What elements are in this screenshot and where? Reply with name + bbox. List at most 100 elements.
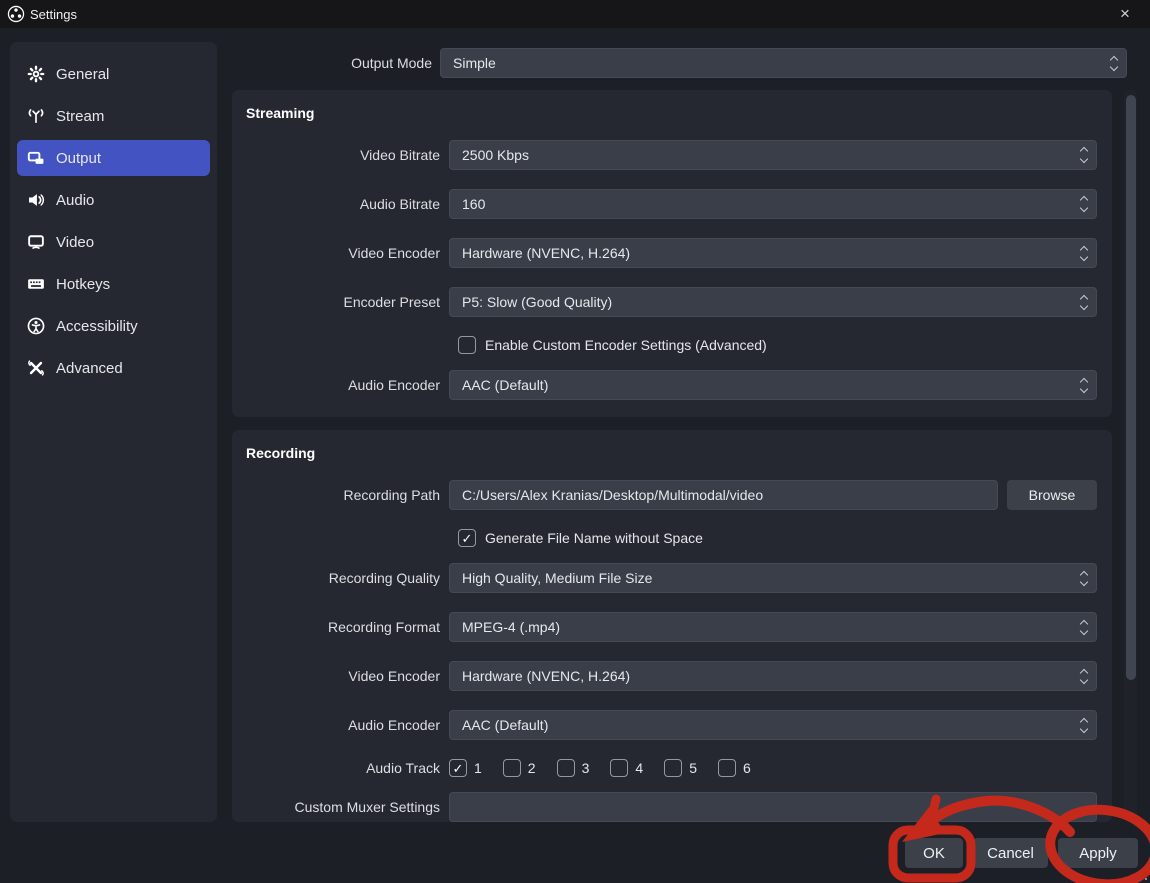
video-bitrate-spinner[interactable]: 2500 Kbps <box>449 140 1097 170</box>
custom-encoder-checkbox-label: Enable Custom Encoder Settings (Advanced… <box>485 337 767 353</box>
chevron-updown-icon <box>1081 239 1087 267</box>
streaming-section-title: Streaming <box>246 105 1097 121</box>
video-encoder-value: Hardware (NVENC, H.264) <box>462 245 630 261</box>
titlebar: Settings × <box>0 0 1150 28</box>
custom-muxer-input[interactable] <box>449 792 1097 822</box>
audio-track-1-label: 1 <box>474 760 482 776</box>
sidebar-item-label: Accessibility <box>56 318 138 335</box>
encoder-preset-label: Encoder Preset <box>244 294 449 310</box>
resize-grip[interactable] <box>1139 872 1147 880</box>
close-icon[interactable]: × <box>1110 2 1140 26</box>
audio-track-3-label: 3 <box>582 760 590 776</box>
sidebar-item-hotkeys[interactable]: Hotkeys <box>17 266 210 302</box>
sidebar-item-label: Audio <box>56 192 94 209</box>
custom-muxer-label: Custom Muxer Settings <box>244 799 449 815</box>
video-bitrate-value: 2500 Kbps <box>462 147 529 163</box>
sidebar-item-audio[interactable]: Audio <box>17 182 210 218</box>
audio-track-3-checkbox[interactable]: ✓ <box>557 759 575 777</box>
sidebar-item-advanced[interactable]: Advanced <box>17 350 210 386</box>
tools-icon <box>27 359 45 377</box>
recording-quality-row: Recording Quality High Quality, Medium F… <box>244 563 1097 593</box>
custom-encoder-checkbox[interactable]: ✓ <box>458 336 476 354</box>
antenna-icon <box>27 107 45 125</box>
encoder-preset-select[interactable]: P5: Slow (Good Quality) <box>449 287 1097 317</box>
audio-encoder-label: Audio Encoder <box>244 377 449 393</box>
sidebar-item-label: Video <box>56 234 94 251</box>
recording-path-row: Recording Path Browse <box>244 480 1097 510</box>
recording-quality-value: High Quality, Medium File Size <box>462 570 652 586</box>
apply-button[interactable]: Apply <box>1058 838 1138 868</box>
video-encoder-label: Video Encoder <box>244 245 449 261</box>
generate-filename-checkbox[interactable]: ✓ <box>458 529 476 547</box>
rec-video-encoder-label: Video Encoder <box>244 668 449 684</box>
audio-encoder-value: AAC (Default) <box>462 377 548 393</box>
rec-audio-encoder-select[interactable]: AAC (Default) <box>449 710 1097 740</box>
custom-muxer-row: Custom Muxer Settings <box>244 792 1097 822</box>
spinner-arrows-icon[interactable] <box>1081 141 1087 169</box>
settings-sidebar: General Stream Output Audio Video Hotkey… <box>10 42 217 822</box>
recording-quality-select[interactable]: High Quality, Medium File Size <box>449 563 1097 593</box>
sidebar-item-label: Advanced <box>56 360 123 377</box>
sidebar-item-output[interactable]: Output <box>17 140 210 176</box>
audio-bitrate-value: 160 <box>462 196 485 212</box>
video-bitrate-row: Video Bitrate 2500 Kbps <box>244 140 1097 170</box>
rec-video-encoder-value: Hardware (NVENC, H.264) <box>462 668 630 684</box>
rec-audio-encoder-row: Audio Encoder AAC (Default) <box>244 710 1097 740</box>
video-encoder-select[interactable]: Hardware (NVENC, H.264) <box>449 238 1097 268</box>
audio-track-1-checkbox[interactable]: ✓ <box>449 759 467 777</box>
audio-bitrate-label: Audio Bitrate <box>244 196 449 212</box>
sidebar-item-accessibility[interactable]: Accessibility <box>17 308 210 344</box>
encoder-preset-row: Encoder Preset P5: Slow (Good Quality) <box>244 287 1097 317</box>
sidebar-item-label: Output <box>56 150 101 167</box>
rec-video-encoder-select[interactable]: Hardware (NVENC, H.264) <box>449 661 1097 691</box>
keyboard-icon <box>27 275 45 293</box>
recording-path-label: Recording Path <box>244 487 449 503</box>
audio-encoder-select[interactable]: AAC (Default) <box>449 370 1097 400</box>
generate-filename-row: ✓ Generate File Name without Space <box>458 529 1097 547</box>
accessibility-icon <box>27 317 45 335</box>
ok-button[interactable]: OK <box>905 838 963 868</box>
scrollbar-thumb[interactable] <box>1126 95 1136 680</box>
audio-track-5-label: 5 <box>689 760 697 776</box>
audio-track-2-checkbox[interactable]: ✓ <box>503 759 521 777</box>
audio-bitrate-row: Audio Bitrate 160 <box>244 189 1097 219</box>
browse-button[interactable]: Browse <box>1007 480 1097 510</box>
chevron-updown-icon <box>1081 613 1087 641</box>
sidebar-item-stream[interactable]: Stream <box>17 98 210 134</box>
obs-logo-icon <box>7 5 25 23</box>
spinner-arrows-icon[interactable] <box>1081 190 1087 218</box>
speaker-icon <box>27 191 45 209</box>
output-mode-value: Simple <box>453 55 496 71</box>
scrollbar-track[interactable] <box>1124 90 1137 822</box>
sidebar-item-label: Stream <box>56 108 104 125</box>
audio-bitrate-spinner[interactable]: 160 <box>449 189 1097 219</box>
chevron-updown-icon <box>1081 711 1087 739</box>
generate-filename-checkbox-label: Generate File Name without Space <box>485 530 703 546</box>
video-bitrate-label: Video Bitrate <box>244 147 449 163</box>
check-icon: ✓ <box>462 532 473 545</box>
recording-path-input[interactable] <box>449 480 998 510</box>
encoder-preset-value: P5: Slow (Good Quality) <box>462 294 612 310</box>
chevron-updown-icon <box>1111 49 1117 77</box>
audio-track-4-label: 4 <box>635 760 643 776</box>
monitor-icon <box>27 233 45 251</box>
recording-format-value: MPEG-4 (.mp4) <box>462 619 560 635</box>
sidebar-item-label: Hotkeys <box>56 276 110 293</box>
audio-track-4-checkbox[interactable]: ✓ <box>610 759 628 777</box>
streaming-section: Streaming Video Bitrate 2500 Kbps Audio … <box>232 90 1112 417</box>
output-mode-label: Output Mode <box>232 55 432 71</box>
recording-format-row: Recording Format MPEG-4 (.mp4) <box>244 612 1097 642</box>
recording-format-select[interactable]: MPEG-4 (.mp4) <box>449 612 1097 642</box>
cancel-button[interactable]: Cancel <box>973 838 1048 868</box>
sidebar-item-general[interactable]: General <box>17 56 210 92</box>
audio-track-5-checkbox[interactable]: ✓ <box>664 759 682 777</box>
audio-track-label: Audio Track <box>244 760 449 776</box>
output-mode-select[interactable]: Simple <box>440 48 1127 78</box>
chevron-updown-icon <box>1081 371 1087 399</box>
audio-track-6-checkbox[interactable]: ✓ <box>718 759 736 777</box>
recording-format-label: Recording Format <box>244 619 449 635</box>
output-icon <box>27 149 45 167</box>
sidebar-item-label: General <box>56 66 109 83</box>
audio-encoder-row: Audio Encoder AAC (Default) <box>244 370 1097 400</box>
sidebar-item-video[interactable]: Video <box>17 224 210 260</box>
